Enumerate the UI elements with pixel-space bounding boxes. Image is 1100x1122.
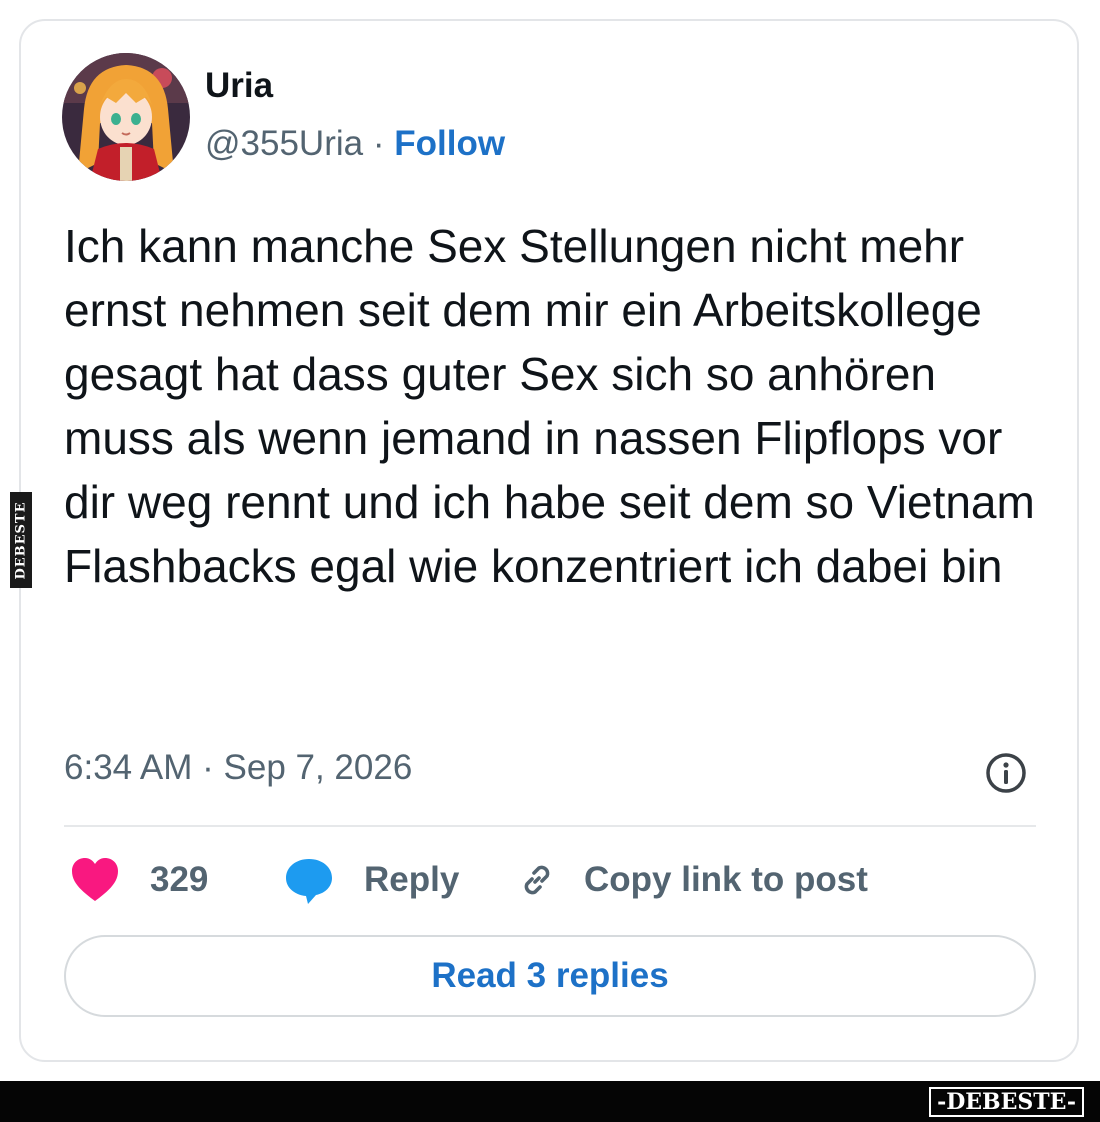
- post-timestamp[interactable]: 6:34 AM · Sep 7, 2026: [64, 748, 412, 788]
- heart-icon: [72, 858, 118, 901]
- copy-link-label: Copy link to post: [584, 860, 868, 899]
- read-replies-button[interactable]: Read 3 replies: [64, 935, 1036, 1017]
- follow-button[interactable]: Follow: [394, 124, 505, 163]
- author-handle[interactable]: @355Uria: [205, 124, 363, 163]
- side-watermark: DEBESTE: [10, 492, 32, 588]
- post-text: Ich kann manche Sex Stellungen nicht meh…: [64, 220, 1035, 592]
- footer-bar: -DEBESTE-: [0, 1081, 1100, 1122]
- author-name[interactable]: Uria: [205, 66, 273, 106]
- info-icon[interactable]: [984, 751, 1028, 795]
- link-icon: [524, 865, 550, 895]
- handle-separator: ·: [372, 124, 385, 163]
- reply-button[interactable]: Reply: [284, 850, 459, 910]
- speech-bubble-icon: [286, 859, 332, 904]
- like-count: 329: [150, 860, 209, 899]
- reply-label: Reply: [364, 860, 460, 899]
- divider: [64, 825, 1036, 827]
- side-watermark-text: DEBESTE: [13, 500, 29, 580]
- like-button[interactable]: 329: [70, 850, 208, 910]
- footer-watermark-logo: -DEBESTE-: [929, 1087, 1084, 1117]
- copy-link-button[interactable]: Copy link to post: [514, 850, 868, 910]
- action-bar: 329 Reply Copy link to post: [64, 850, 1044, 910]
- avatar[interactable]: [62, 53, 190, 181]
- author-handle-line: @355Uria · Follow: [205, 124, 505, 164]
